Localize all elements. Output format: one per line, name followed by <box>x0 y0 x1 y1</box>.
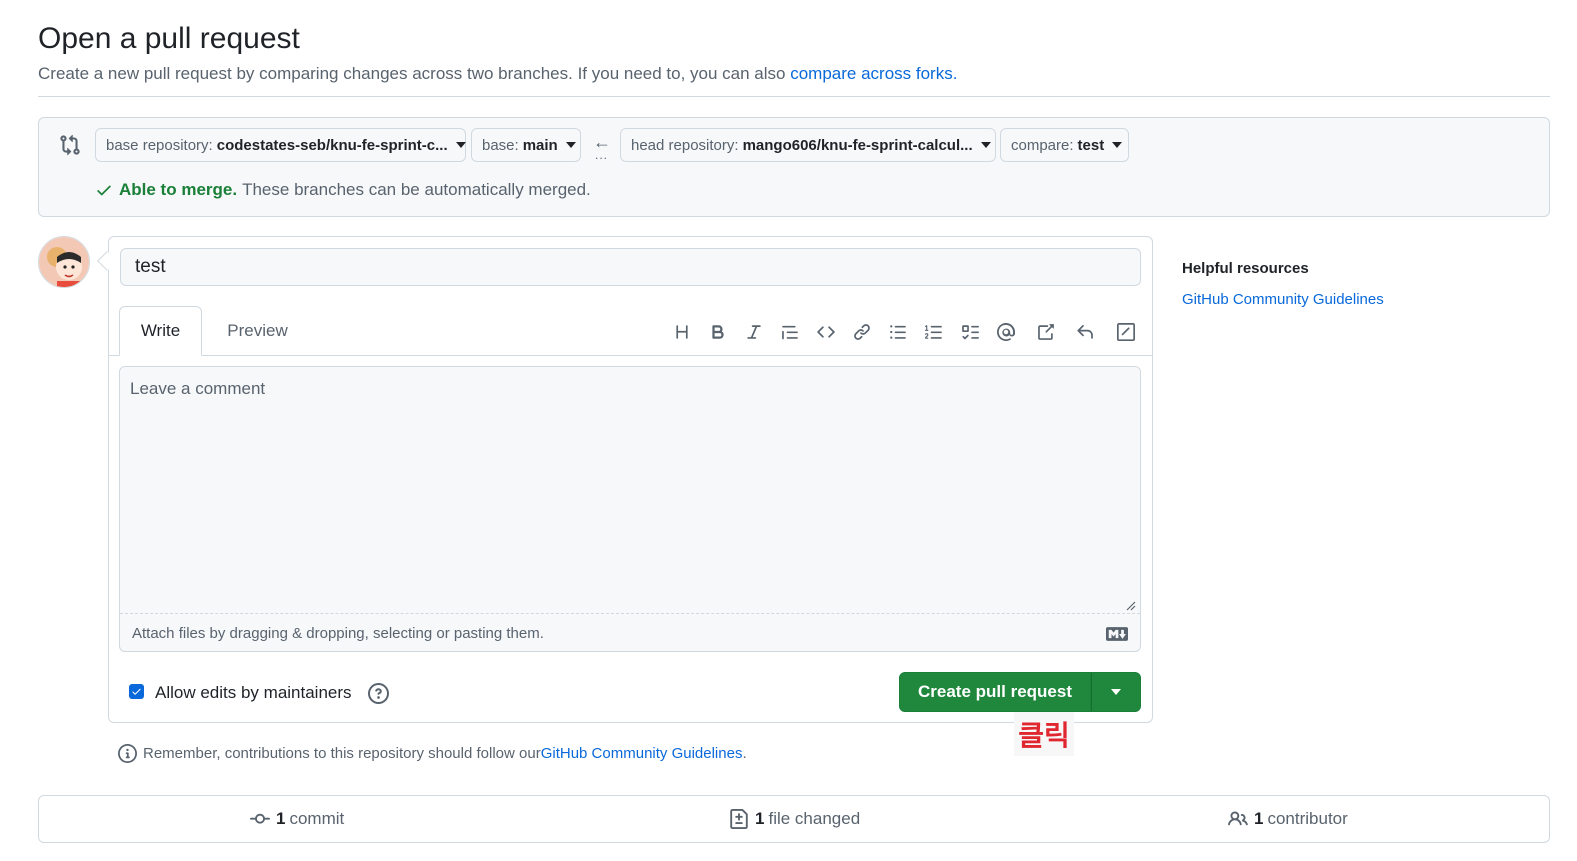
subtitle-text: Create a new pull request by comparing c… <box>38 64 791 83</box>
title-input[interactable]: test <box>120 248 1141 286</box>
page-title: Open a pull request <box>38 22 300 55</box>
files-stat[interactable]: 1 file changed <box>729 796 860 842</box>
tab-preview[interactable]: Preview <box>210 306 305 356</box>
create-pull-request-dropdown[interactable] <box>1091 672 1141 712</box>
italic-icon[interactable] <box>742 320 766 344</box>
quote-icon[interactable] <box>778 320 802 344</box>
files-label: file changed <box>768 809 861 828</box>
info-icon <box>118 744 137 763</box>
create-pull-request-button[interactable]: Create pull request <box>899 672 1091 712</box>
base-repository-value: codestates-seb/knu-fe-sprint-c... <box>216 136 448 154</box>
undo-icon[interactable] <box>1073 320 1097 344</box>
link-icon[interactable] <box>850 320 874 344</box>
chevron-down-icon <box>565 142 576 148</box>
base-branch-label: base: <box>482 136 519 154</box>
commits-stat[interactable]: 1 commit <box>250 796 344 842</box>
ordered-list-icon[interactable] <box>922 320 946 344</box>
remember-suffix: . <box>742 745 747 762</box>
compare-branch-value: test <box>1077 136 1105 154</box>
file-diff-icon <box>730 809 748 829</box>
chevron-down-icon <box>1112 142 1123 148</box>
compare-branch-select[interactable]: compare: test <box>1000 128 1129 162</box>
merge-status: Able to merge. These branches can be aut… <box>95 180 591 200</box>
chevron-down-icon <box>1111 689 1121 695</box>
stats-bar: 1 commit 1 file changed 1 contributor <box>38 795 1550 843</box>
chevron-down-icon <box>455 142 466 148</box>
click-annotation: 클릭 <box>1014 712 1074 756</box>
check-icon <box>97 185 111 196</box>
contributors-stat[interactable]: 1 contributor <box>1228 796 1348 842</box>
commits-label: commit <box>289 809 345 828</box>
task-list-icon[interactable] <box>958 320 982 344</box>
chevron-down-icon <box>980 142 991 148</box>
compare-box: base repository: codestates-seb/knu-fe-s… <box>38 117 1550 217</box>
resize-handle-icon[interactable] <box>1126 601 1136 611</box>
heading-icon[interactable] <box>670 320 694 344</box>
contributors-count: 1 <box>1254 809 1264 828</box>
contributors-label: contributor <box>1267 809 1348 828</box>
header-divider <box>38 96 1550 97</box>
tab-write[interactable]: Write <box>119 306 202 356</box>
head-repository-select[interactable]: head repository: mango606/knu-fe-sprint-… <box>620 128 996 162</box>
contribution-note: Remember, contributions to this reposito… <box>118 744 747 763</box>
base-repository-select[interactable]: base repository: codestates-seb/knu-fe-s… <box>95 128 466 162</box>
helpful-resources-title: Helpful resources <box>1182 260 1309 277</box>
avatar-image <box>39 237 89 287</box>
git-compare-icon <box>60 134 80 156</box>
arrow-dots: ... <box>595 148 609 162</box>
unordered-list-icon[interactable] <box>886 320 910 344</box>
merge-ok-text: Able to merge. <box>119 180 238 199</box>
comment-textarea[interactable]: Leave a comment <box>120 367 1140 614</box>
allow-edits-label[interactable]: Allow edits by maintainers <box>155 683 352 703</box>
remember-text: Remember, contributions to this reposito… <box>143 745 541 762</box>
people-icon <box>1228 811 1248 826</box>
bold-icon[interactable] <box>706 320 730 344</box>
page-subtitle: Create a new pull request by comparing c… <box>38 64 957 84</box>
community-guidelines-link[interactable]: GitHub Community Guidelines <box>541 745 743 762</box>
compare-branch-label: compare: <box>1011 136 1074 154</box>
commits-count: 1 <box>276 809 286 828</box>
base-branch-value: main <box>522 136 558 154</box>
head-repository-label: head repository: <box>631 136 739 154</box>
base-repository-label: base repository: <box>106 136 213 154</box>
compare-forks-link[interactable]: compare across forks. <box>790 64 957 83</box>
code-icon[interactable] <box>814 320 838 344</box>
avatar[interactable] <box>38 236 90 288</box>
attach-files-text[interactable]: Attach files by dragging & dropping, sel… <box>132 625 544 642</box>
slash-commands-icon[interactable] <box>1114 320 1138 344</box>
allow-edits-checkbox[interactable] <box>129 684 144 699</box>
git-commit-icon <box>250 813 270 824</box>
question-icon[interactable] <box>368 683 389 704</box>
check-icon <box>132 688 141 695</box>
head-repository-value: mango606/knu-fe-sprint-calcul... <box>742 136 973 154</box>
reference-icon[interactable] <box>1034 320 1058 344</box>
comment-box: Leave a comment Attach files by dragging… <box>119 366 1141 652</box>
markdown-icon[interactable] <box>1106 627 1128 641</box>
mention-icon[interactable] <box>994 320 1018 344</box>
sidebar-community-guidelines-link[interactable]: GitHub Community Guidelines <box>1182 291 1384 308</box>
base-branch-select[interactable]: base: main <box>471 128 581 162</box>
files-count: 1 <box>755 809 765 828</box>
merge-description: These branches can be automatically merg… <box>242 180 591 199</box>
